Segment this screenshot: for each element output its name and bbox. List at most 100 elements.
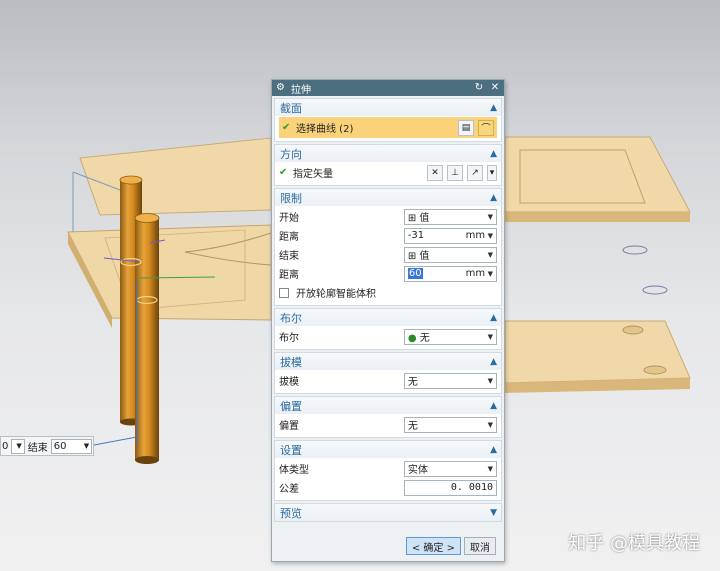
boolean-panel: 布尔 ▲ 布尔 ● 无 ▼ [274, 308, 502, 350]
distance1-input[interactable]: -31 mm ▼ [403, 227, 497, 244]
dialog-titlebar[interactable]: ⚙ 拉伸 ↻ ✕ [272, 80, 504, 96]
preview-header[interactable]: 预览 ▼ [275, 504, 501, 521]
floatbar-end-value: 60 [53, 440, 67, 452]
reverse-direction-icon[interactable]: ✕ [427, 164, 443, 181]
chevron-up-icon[interactable]: ▲ [490, 149, 497, 159]
body-type-dropdown[interactable]: 实体 ▼ [403, 460, 497, 477]
specify-vector-row: ✔ 指定矢量 ✕ ⊥ ↗ ▾ [279, 163, 497, 182]
offset-label: 偏置 [279, 421, 299, 432]
direction-header[interactable]: 方向 ▲ [275, 145, 501, 162]
distance2-unit: mm [465, 268, 486, 279]
value-type-icon: ⊞ [407, 213, 420, 224]
floatbar-end-dropdown[interactable]: 60 ▼ [50, 438, 93, 454]
limits-title: 限制 [280, 191, 302, 205]
start-dropdown[interactable]: ⊞ 值 ▼ [403, 208, 497, 225]
draft-label: 拔模 [279, 377, 299, 388]
vector-dialog-icon[interactable]: ⊥ [447, 164, 463, 181]
offset-panel: 偏置 ▲ 偏置 无 ▼ [274, 396, 502, 438]
chevron-down-icon: ▼ [487, 376, 493, 385]
tolerance-label: 公差 [279, 484, 299, 495]
start-value: 值 [419, 213, 430, 224]
chevron-up-icon[interactable]: ▲ [490, 103, 497, 113]
offset-dropdown[interactable]: 无 ▼ [403, 416, 497, 433]
chevron-up-icon[interactable]: ▲ [490, 357, 497, 367]
chevron-up-icon[interactable]: ▲ [490, 193, 497, 203]
select-curve-label: 选择曲线 (2) [296, 124, 354, 135]
upper-plate [504, 136, 691, 222]
floatbar-end-label: 结束 [27, 442, 48, 454]
body-type-label: 体类型 [279, 465, 309, 476]
section-title: 截面 [280, 101, 302, 115]
dynamic-input-bar: 0 ▼ 结束 60 ▼ [0, 436, 94, 456]
lower-plate [504, 320, 691, 393]
boolean-value: 无 [419, 333, 430, 344]
floatbar-prev-dropdown[interactable]: ▼ [11, 438, 25, 454]
chevron-down-icon: ▼ [487, 332, 493, 341]
chevron-up-icon[interactable]: ▲ [490, 445, 497, 455]
chevron-down-icon: ▼ [487, 464, 493, 473]
offset-header[interactable]: 偏置 ▲ [275, 397, 501, 414]
chevron-up-icon[interactable]: ▲ [490, 401, 497, 411]
chevron-down-icon: ▼ [487, 250, 493, 259]
distance1-label: 距离 [279, 232, 299, 243]
draft-header[interactable]: 拔模 ▲ [275, 353, 501, 370]
chevron-down-icon: ▼ [16, 442, 22, 450]
reset-icon[interactable]: ↻ [474, 80, 484, 96]
limits-header[interactable]: 限制 ▲ [275, 189, 501, 206]
draft-panel: 拔模 ▲ 拔模 无 ▼ [274, 352, 502, 394]
body-type-row: 体类型 实体 ▼ [279, 459, 497, 478]
chevron-down-icon: ▼ [487, 212, 493, 221]
offset-row: 偏置 无 ▼ [279, 415, 497, 434]
end-row: 结束 ⊞ 值 ▼ [279, 245, 497, 264]
chevron-down-icon[interactable]: ▾ [487, 164, 497, 181]
preview-panel: 预览 ▼ [274, 503, 502, 522]
value-type-icon: ⊞ [407, 251, 420, 262]
dialog-title: 拉伸 [290, 84, 311, 96]
hole-outline [642, 285, 668, 295]
boolean-none-icon: ● [407, 333, 420, 344]
distance2-value: 60 [407, 268, 423, 279]
select-curve-row[interactable]: ✔ 选择曲线 (2) ▤ ⌒ [279, 117, 497, 138]
tolerance-row: 公差 0. 0010 [279, 478, 497, 497]
chevron-up-icon[interactable]: ▲ [490, 313, 497, 323]
draft-dropdown[interactable]: 无 ▼ [403, 372, 497, 389]
vector-type-icon[interactable]: ↗ [467, 164, 483, 181]
cylinder-right[interactable] [134, 213, 160, 465]
section-panel: 截面 ▲ ✔ 选择曲线 (2) ▤ ⌒ [274, 98, 502, 142]
direction-panel: 方向 ▲ ✔ 指定矢量 ✕ ⊥ ↗ ▾ [274, 144, 502, 186]
distance1-value: -31 [407, 230, 425, 241]
end-dropdown[interactable]: ⊞ 值 ▼ [403, 246, 497, 263]
boolean-row: 布尔 ● 无 ▼ [279, 327, 497, 346]
cancel-button[interactable]: 取消 [464, 537, 496, 555]
sketch-section-icon[interactable]: ▤ [458, 119, 474, 136]
direction-title: 方向 [280, 147, 302, 161]
chevron-down-icon: ▼ [83, 442, 90, 450]
close-icon[interactable]: ✕ [490, 80, 500, 96]
offset-title: 偏置 [280, 399, 302, 413]
boolean-header[interactable]: 布尔 ▲ [275, 309, 501, 326]
chevron-down-icon[interactable]: ▼ [488, 270, 493, 278]
curve-icon[interactable]: ⌒ [478, 119, 494, 136]
middle-plate [67, 224, 272, 328]
start-label: 开始 [279, 213, 299, 224]
draft-row: 拔模 无 ▼ [279, 371, 497, 390]
boolean-dropdown[interactable]: ● 无 ▼ [403, 328, 497, 345]
extrude-dialog: ⚙ 拉伸 ↻ ✕ 截面 ▲ ✔ 选择曲线 (2) ▤ ⌒ 方向 ▲ ✔ 指定矢量 [271, 79, 505, 562]
distance2-label: 距离 [279, 270, 299, 281]
tolerance-input[interactable]: 0. 0010 [403, 479, 497, 496]
offset-value: 无 [407, 421, 418, 432]
open-profile-row[interactable]: 开放轮廓智能体积 [279, 283, 497, 302]
open-profile-checkbox[interactable] [279, 287, 289, 298]
specify-vector-label: 指定矢量 [293, 169, 333, 180]
floatbar-prev-value: 0 [2, 440, 9, 452]
ok-button[interactable]: < 确定 > [405, 537, 461, 555]
section-header[interactable]: 截面 ▲ [275, 99, 501, 116]
start-row: 开始 ⊞ 值 ▼ [279, 207, 497, 226]
boolean-title: 布尔 [280, 311, 302, 325]
distance2-input[interactable]: 60 mm ▼ [403, 265, 497, 282]
boolean-label: 布尔 [279, 333, 299, 344]
chevron-down-icon[interactable]: ▼ [490, 508, 497, 518]
end-label: 结束 [279, 251, 299, 262]
settings-header[interactable]: 设置 ▲ [275, 441, 501, 458]
chevron-down-icon[interactable]: ▼ [488, 232, 493, 240]
